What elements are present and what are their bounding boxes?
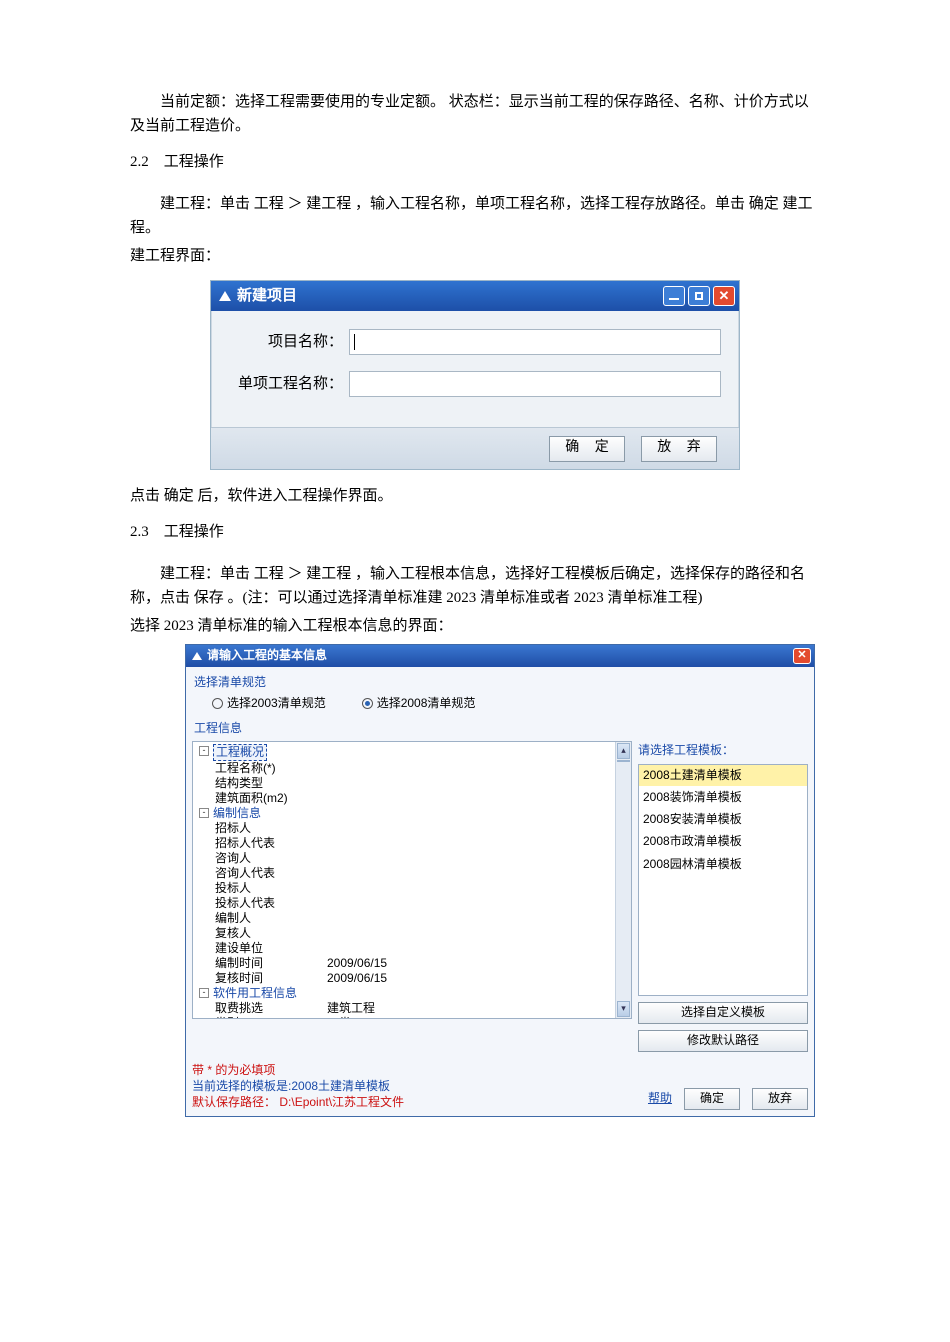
maximize-button[interactable] xyxy=(688,286,710,306)
value-fhsj[interactable]: 2009/06/15 xyxy=(327,971,615,986)
tree-cat-compile[interactable]: 编制信息 xyxy=(213,806,261,821)
app-icon xyxy=(219,291,231,301)
field-bzr[interactable]: 编制人 xyxy=(215,911,327,926)
field-tbrdb[interactable]: 投标人代表 xyxy=(215,896,327,911)
field-area[interactable]: 建筑面积(m2) xyxy=(215,791,327,806)
field-jsdw[interactable]: 建设单位 xyxy=(215,941,327,956)
radio-2003[interactable]: 选择2003清单规范 xyxy=(212,694,326,713)
ok-button[interactable]: 确定 xyxy=(684,1088,740,1110)
sec23-p2: 选择 2023 清单标准的输入工程根本信息的界面： xyxy=(130,614,820,638)
tree-cat-overview[interactable]: 工程概况 xyxy=(213,744,267,761)
single-project-input[interactable] xyxy=(349,371,721,397)
after-dlg1: 点击 确定 后，软件进入工程操作界面。 xyxy=(130,484,820,508)
radio-2008-label: 选择2008清单规范 xyxy=(377,694,476,713)
scroll-up-icon[interactable]: ▴ xyxy=(617,743,630,759)
list-item[interactable]: 2008装饰清单模板 xyxy=(639,787,807,809)
field-struct-type[interactable]: 结构类型 xyxy=(215,776,327,791)
field-lb[interactable]: 类别 xyxy=(215,1016,327,1018)
close-button[interactable]: ✕ xyxy=(713,286,735,306)
close-button[interactable]: ✕ xyxy=(793,648,811,664)
field-fhr[interactable]: 复核人 xyxy=(215,926,327,941)
single-project-label: 单项工程名称： xyxy=(229,372,349,396)
info-group-label: 工程信息 xyxy=(194,719,808,738)
help-link[interactable]: 帮助 xyxy=(648,1089,672,1108)
vertical-scrollbar[interactable]: ▴ ▾ xyxy=(615,742,631,1018)
intro-paragraph: 当前定额：选择工程需要使用的专业定额。 状态栏：显示当前工程的保存路径、名称、计… xyxy=(130,90,820,138)
list-item[interactable]: 2008园林清单模板 xyxy=(639,854,807,876)
project-name-input[interactable] xyxy=(349,329,721,355)
field-qftx[interactable]: 取费挑选 xyxy=(215,1001,327,1016)
field-fhsj[interactable]: 复核时间 xyxy=(215,971,327,986)
list-item[interactable]: 2008安装清单模板 xyxy=(639,809,807,831)
field-zbrdb[interactable]: 招标人代表 xyxy=(215,836,327,851)
list-item[interactable]: 2008土建清单模板 xyxy=(639,765,807,787)
field-zxr[interactable]: 咨询人 xyxy=(215,851,327,866)
sec22-p1: 建工程：单击 工程 ＞ 建工程 ，输入工程名称，单项工程名称，选择工程存放路径。… xyxy=(130,192,820,240)
value-lb[interactable]: 三类 xyxy=(327,1016,615,1018)
template-list[interactable]: 2008土建清单模板 2008装饰清单模板 2008安装清单模板 2008市政清… xyxy=(638,764,808,996)
modify-path-button[interactable]: 修改默认路径 xyxy=(638,1030,808,1052)
section-2-2-head: 2.2 工程操作 xyxy=(130,150,820,174)
minimize-button[interactable] xyxy=(663,286,685,306)
required-note: 带 * 的为必填项 xyxy=(192,1062,404,1078)
cancel-button[interactable]: 放弃 xyxy=(752,1088,808,1110)
field-tbr[interactable]: 投标人 xyxy=(215,881,327,896)
template-list-label: 请选择工程模板： xyxy=(638,741,808,760)
radio-icon xyxy=(212,698,223,709)
property-tree[interactable]: -工程概况 工程名称(*) 结构类型 建筑面积(m2) -编制信息 招标人 招标… xyxy=(192,741,632,1019)
tree-cat-soft[interactable]: 软件用工程信息 xyxy=(213,986,297,1001)
sec23-p1: 建工程：单击 工程 ＞ 建工程 ，输入工程根本信息，选择好工程模板后确定，选择保… xyxy=(130,562,820,610)
value-bzsj[interactable]: 2009/06/15 xyxy=(327,956,615,971)
current-template-line: 当前选择的模板是:2008土建清单模板 xyxy=(192,1078,404,1094)
dialog2-titlebar[interactable]: 请输入工程的基本信息 ✕ xyxy=(186,645,814,667)
field-project-name[interactable]: 工程名称(*) xyxy=(215,761,327,776)
radio-2008[interactable]: 选择2008清单规范 xyxy=(362,694,476,713)
list-item[interactable]: 2008市政清单模板 xyxy=(639,831,807,853)
collapse-icon[interactable]: - xyxy=(199,988,209,998)
section-2-3-head: 2.3 工程操作 xyxy=(130,520,820,544)
field-zbr[interactable]: 招标人 xyxy=(215,821,327,836)
collapse-icon[interactable]: - xyxy=(199,808,209,818)
spec-group-label: 选择清单规范 xyxy=(194,673,808,692)
new-project-dialog: 新建项目 ✕ 项目名称： 单项工程名称： 确 定 放 弃 xyxy=(210,280,740,470)
radio-icon xyxy=(362,698,373,709)
dialog-footer: 确 定 放 弃 xyxy=(211,427,739,469)
project-name-label: 项目名称： xyxy=(229,330,349,354)
cancel-button[interactable]: 放 弃 xyxy=(641,436,717,462)
scroll-down-icon[interactable]: ▾ xyxy=(617,1001,630,1017)
default-path-line: 默认保存路径： D:\Epoint\江苏工程文件 xyxy=(192,1094,404,1110)
dialog-titlebar[interactable]: 新建项目 ✕ xyxy=(211,281,739,311)
radio-2003-label: 选择2003清单规范 xyxy=(227,694,326,713)
dialog2-title: 请输入工程的基本信息 xyxy=(207,646,327,665)
field-bzsj[interactable]: 编制时间 xyxy=(215,956,327,971)
sec22-p2: 建工程界面： xyxy=(130,244,820,268)
ok-button[interactable]: 确 定 xyxy=(549,436,625,462)
field-zxrdb[interactable]: 咨询人代表 xyxy=(215,866,327,881)
custom-template-button[interactable]: 选择自定义模板 xyxy=(638,1002,808,1024)
value-qftx[interactable]: 建筑工程 xyxy=(327,1001,615,1016)
app-icon xyxy=(192,652,202,660)
dialog-title: 新建项目 xyxy=(237,284,297,308)
collapse-icon[interactable]: - xyxy=(199,746,209,756)
project-info-dialog: 请输入工程的基本信息 ✕ 选择清单规范 选择2003清单规范 选择2008清单规… xyxy=(185,644,815,1117)
scroll-thumb[interactable] xyxy=(617,760,630,762)
